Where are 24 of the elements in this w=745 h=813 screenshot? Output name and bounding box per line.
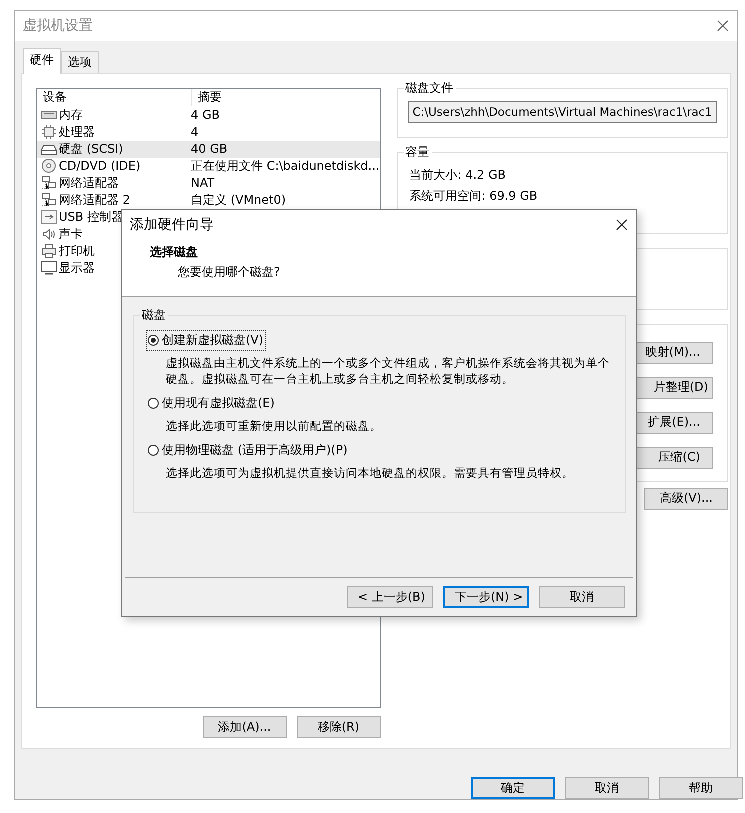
step-heading: 选择磁盘 [149,244,199,261]
device-summary: 自定义 (VMnet0) [191,193,286,208]
device-summary: 正在使用文件 C:\baidunetdiskd... [191,159,380,174]
device-summary: 4 GB [191,108,220,122]
device-name: 网络适配器 [59,176,119,190]
device-summary: 40 GB [191,142,228,156]
device-name: CD/DVD (IDE) [59,159,141,174]
capacity-text: 系统可用空间: 69.9 GB [410,188,539,205]
window-title: 虚拟机设置 [23,16,93,35]
device-name: 显示器 [59,261,95,276]
device-summary: NAT [191,176,215,190]
device-name: 声卡 [59,227,83,242]
device-name: 硬盘 (SCSI) [59,142,124,156]
group-label: 磁盘文件 [404,80,456,97]
device-name: 处理器 [59,125,95,140]
device-name: 内存 [59,108,83,122]
capacity-text: 当前大小: 4.2 GB [410,166,508,184]
device-summary: 4 [191,125,199,140]
dialog-title: 添加硬件向导 [130,216,214,234]
device-name: 网络适配器 2 [59,193,130,208]
device-name: 打印机 [59,244,95,258]
step-subheading: 您要使用哪个磁盘? [177,264,282,281]
option-description: 选择此选项可为虚拟机提供直接访问本地硬盘的权限。需要具有管理员特权。 [165,465,575,481]
option-description: 选择此选项可重新使用以前配置的磁盘。 [165,418,383,434]
